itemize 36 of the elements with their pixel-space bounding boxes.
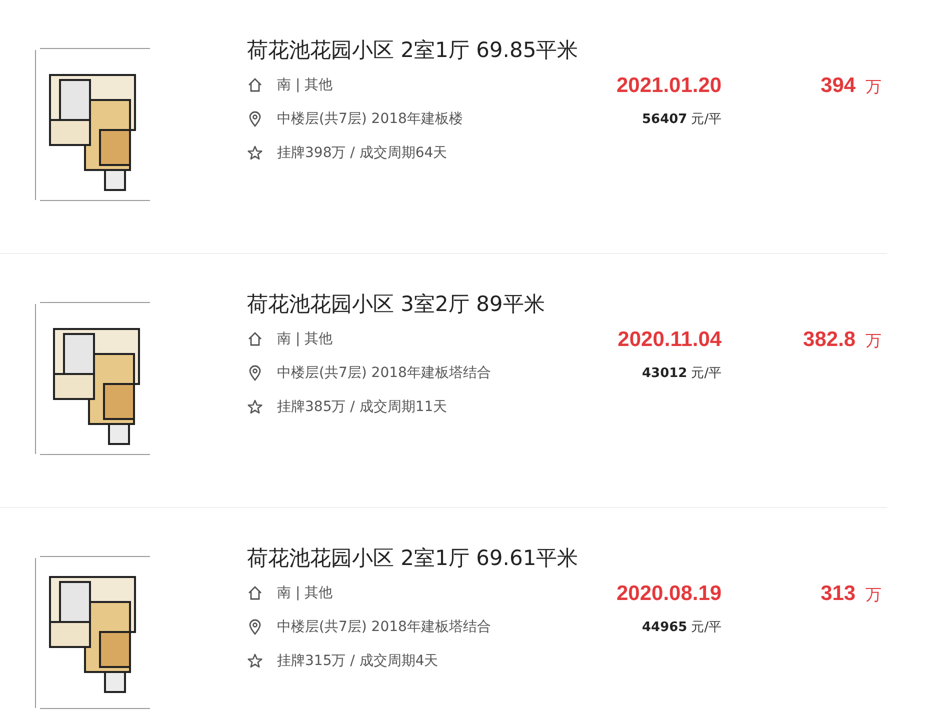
- star-icon: [247, 399, 263, 415]
- info-text: 中楼层(共7层) 2018年建板楼: [277, 110, 463, 128]
- info-text: 南 | 其他: [277, 76, 333, 94]
- location-pin-icon: [247, 619, 263, 635]
- info-text: 中楼层(共7层) 2018年建板塔结合: [277, 618, 491, 636]
- star-icon: [247, 653, 263, 669]
- total-price: 382.8: [803, 328, 856, 351]
- listing-title[interactable]: 荷花池花园小区 2室1厅 69.61平米: [247, 544, 592, 576]
- location-pin-icon: [247, 111, 263, 127]
- deal-date: 2020.08.19: [616, 582, 722, 606]
- listing-title[interactable]: 荷花池花园小区 3室2厅 89平米: [247, 290, 592, 322]
- unit-price-unit: 元/平: [691, 620, 722, 635]
- unit-price-unit: 元/平: [691, 366, 722, 381]
- total-price: 313: [820, 582, 856, 605]
- home-icon: [247, 331, 263, 347]
- unit-price: 44965: [642, 620, 688, 635]
- home-icon: [247, 585, 263, 601]
- unit-price-unit: 元/平: [691, 112, 722, 127]
- unit-price: 43012: [642, 366, 688, 381]
- info-text: 挂牌385万 / 成交周期11天: [277, 398, 448, 416]
- info-text: 中楼层(共7层) 2018年建板塔结合: [277, 364, 491, 382]
- total-price: 394: [820, 74, 856, 97]
- home-icon: [247, 77, 263, 93]
- deal-date: 2021.01.20: [616, 74, 722, 98]
- location-pin-icon: [247, 365, 263, 381]
- price-unit: 万: [866, 585, 882, 604]
- info-text: 挂牌398万 / 成交周期64天: [277, 144, 448, 162]
- deal-date: 2020.11.04: [616, 328, 722, 352]
- info-text: 南 | 其他: [277, 584, 333, 602]
- price-unit: 万: [866, 77, 882, 96]
- listing-title[interactable]: 荷花池花园小区 2室1厅 69.85平米: [247, 36, 592, 68]
- star-icon: [247, 145, 263, 161]
- info-text: 南 | 其他: [277, 330, 333, 348]
- unit-price: 56407: [642, 112, 688, 127]
- info-text: 挂牌315万 / 成交周期4天: [277, 652, 438, 670]
- price-unit: 万: [866, 331, 882, 350]
